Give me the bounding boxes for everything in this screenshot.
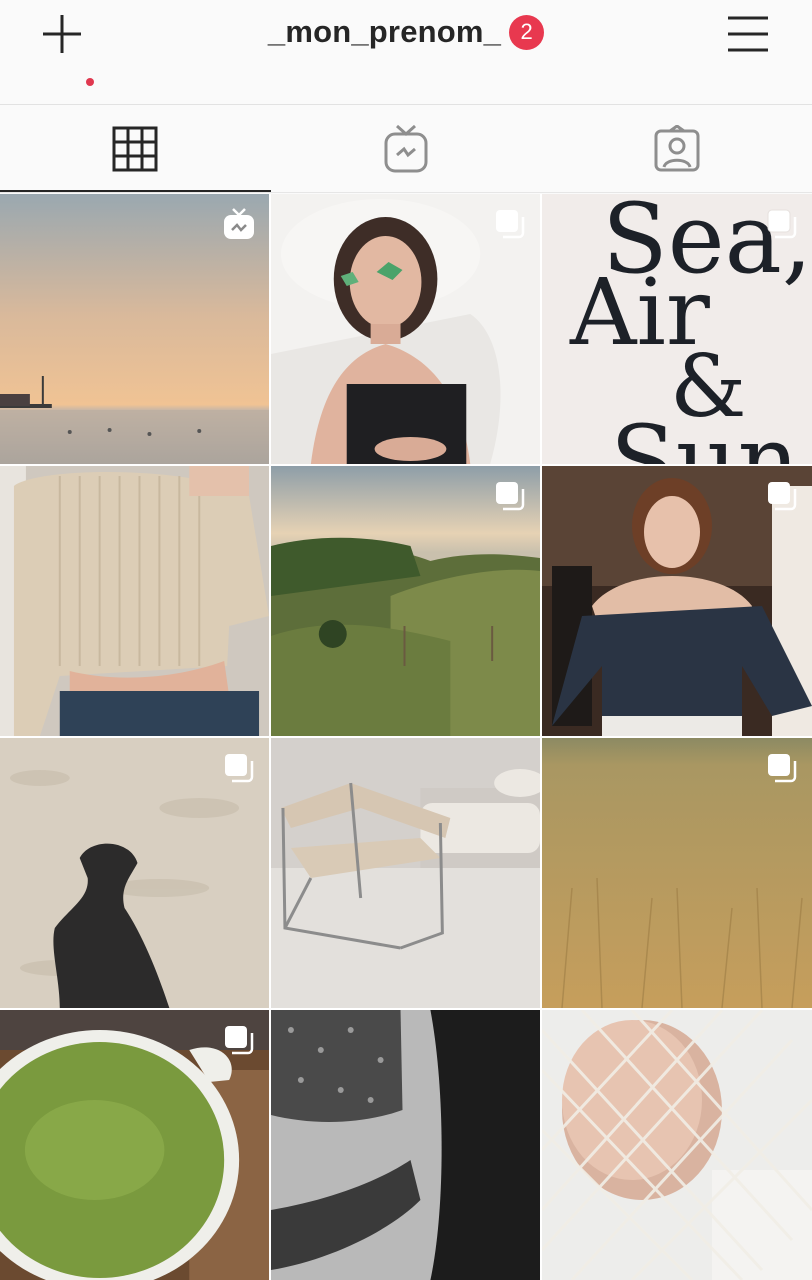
tabs-divider xyxy=(0,192,812,193)
profile-tabs xyxy=(0,105,812,193)
sweater-photo xyxy=(0,466,269,736)
post-thumbnail-hills[interactable] xyxy=(271,466,540,736)
igtv-icon xyxy=(384,124,428,173)
carousel-overlay-icon xyxy=(768,754,797,783)
post-thumbnail-poster[interactable]: Sea, Air & Sun xyxy=(542,194,812,464)
post-thumbnail-corset[interactable] xyxy=(542,466,812,736)
hamburger-menu-icon[interactable] xyxy=(726,14,770,54)
tagged-person-icon xyxy=(654,125,700,172)
grid-icon xyxy=(112,126,158,172)
carousel-overlay-icon xyxy=(225,1026,254,1055)
post-thumbnail-chair[interactable] xyxy=(271,738,540,1008)
mesh-photo xyxy=(542,1010,812,1280)
post-thumbnail-sweater[interactable] xyxy=(0,466,269,736)
chair-photo xyxy=(271,738,540,1008)
carousel-overlay-icon xyxy=(768,482,797,511)
post-thumbnail-grass[interactable] xyxy=(542,738,812,1008)
post-thumbnail-bed[interactable] xyxy=(271,194,540,464)
post-thumbnail-sunset[interactable] xyxy=(0,194,269,464)
igtv-overlay-icon xyxy=(224,208,254,239)
username-title[interactable]: _mon_prenom_ xyxy=(268,14,501,50)
posts-grid: Sea, Air & Sun xyxy=(0,194,812,1280)
tab-igtv[interactable] xyxy=(271,105,542,193)
new-activity-dot xyxy=(86,78,94,86)
post-thumbnail-mesh[interactable] xyxy=(542,1010,812,1280)
post-thumbnail-lingerie[interactable] xyxy=(271,1010,540,1280)
profile-header: _mon_prenom_ 2 xyxy=(0,0,812,104)
carousel-overlay-icon xyxy=(767,209,797,239)
post-thumbnail-sand-shadow[interactable] xyxy=(0,738,269,1008)
account-switcher[interactable]: _mon_prenom_ 2 xyxy=(0,14,812,50)
lingerie-photo xyxy=(271,1010,540,1280)
notification-badge: 2 xyxy=(509,14,545,50)
post-thumbnail-matcha[interactable] xyxy=(0,1010,269,1280)
carousel-overlay-icon xyxy=(225,754,254,783)
tab-tagged[interactable] xyxy=(541,105,812,193)
poster-line-4: Sun xyxy=(610,405,799,464)
carousel-overlay-icon xyxy=(496,210,525,239)
carousel-overlay-icon xyxy=(496,482,525,511)
tab-grid[interactable] xyxy=(0,105,271,193)
